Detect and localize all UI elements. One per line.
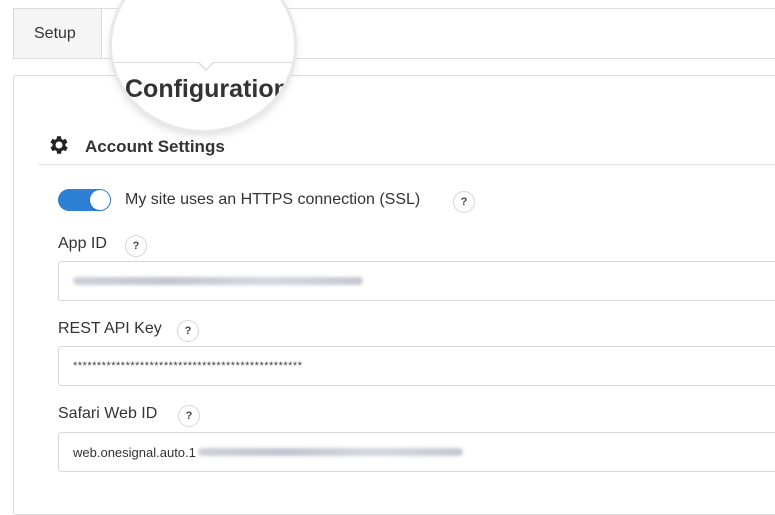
active-tab-arrow-fill <box>198 61 214 69</box>
tab-setup-label: Setup <box>34 25 76 42</box>
section-header: Account Settings <box>47 135 225 159</box>
tab-configuration-label: Configuration <box>125 75 289 103</box>
section-divider <box>38 164 775 165</box>
rest-api-key-value: ****************************************… <box>73 360 303 372</box>
rest-api-key-help-icon[interactable]: ? <box>177 320 199 342</box>
safari-web-id-help-icon[interactable]: ? <box>178 405 200 427</box>
safari-web-id-redacted-value <box>197 448 463 456</box>
toggle-knob <box>90 190 110 210</box>
app-id-label: App ID <box>58 235 107 252</box>
ssl-label: My site uses an HTTPS connection (SSL) <box>125 191 421 208</box>
app-id-help-icon[interactable]: ? <box>125 235 147 257</box>
section-title: Account Settings <box>85 137 225 156</box>
tab-configuration[interactable]: Configuration <box>112 8 294 103</box>
gear-icon <box>47 133 71 162</box>
rest-api-key-label: REST API Key <box>58 320 162 337</box>
safari-web-id-input[interactable]: web.onesignal.auto.1 <box>58 432 775 472</box>
rest-api-key-input[interactable]: ****************************************… <box>58 346 775 386</box>
safari-web-id-value: web.onesignal.auto.1 <box>73 444 196 460</box>
app-id-input[interactable] <box>58 261 775 301</box>
tab-setup[interactable]: Setup <box>14 9 102 58</box>
app-id-redacted-value <box>73 277 363 285</box>
safari-web-id-label: Safari Web ID <box>58 405 158 422</box>
ssl-toggle[interactable] <box>58 189 111 211</box>
ssl-help-icon[interactable]: ? <box>453 191 475 213</box>
